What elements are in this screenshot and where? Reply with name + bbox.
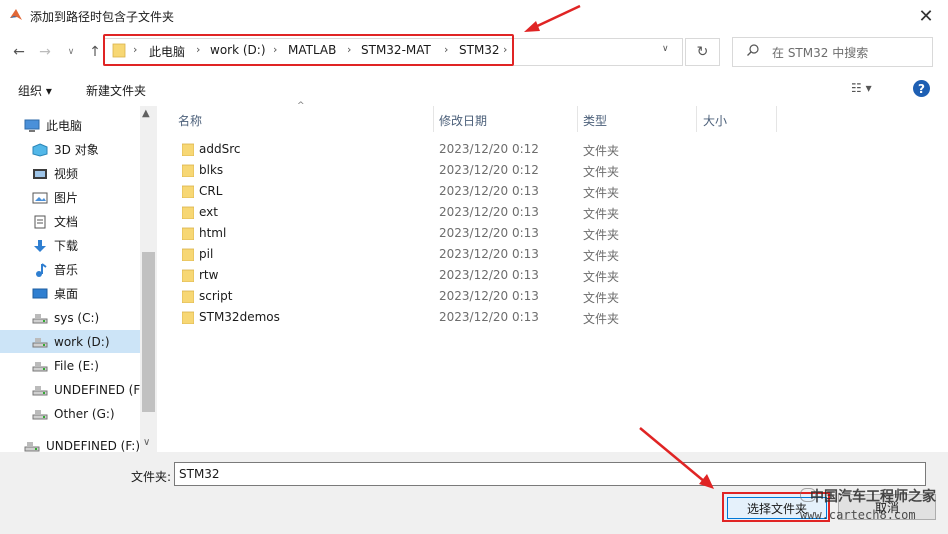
annotation-arrows (524, 4, 714, 489)
watermark-text: 中国汽车工程师之家 (810, 489, 936, 505)
watermark-url: www.cartech8.com (800, 508, 916, 522)
